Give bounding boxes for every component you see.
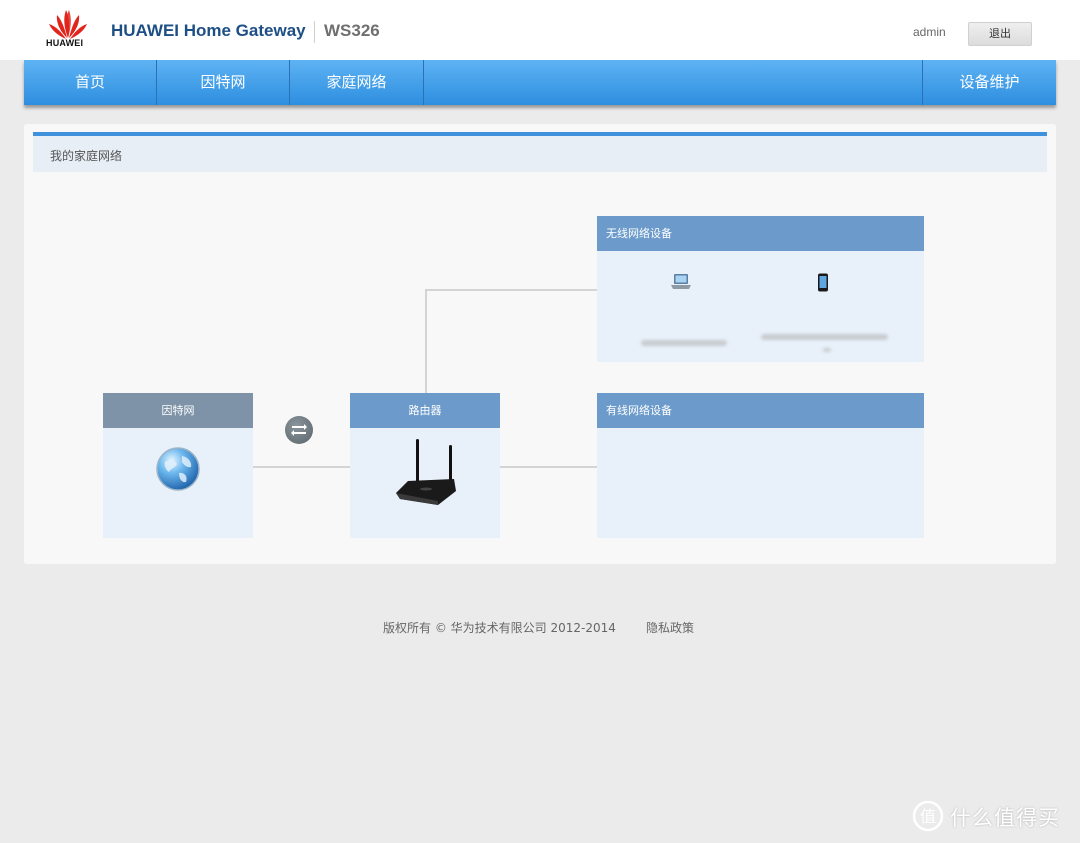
connection-toggle-icon[interactable] [285, 416, 313, 444]
device-name-blurred [641, 340, 727, 346]
router-wireless-link-horizontal [425, 289, 597, 291]
device-name-blurred [761, 334, 888, 340]
globe-icon [155, 446, 201, 496]
model-name: WS326 [324, 21, 380, 40]
title-divider [314, 21, 315, 43]
main-nav: 首页 因特网 家庭网络 设备维护 [24, 60, 1056, 105]
footer-copyright: 版权所有 © 华为技术有限公司 2012-2014 [383, 621, 616, 635]
watermark-text: 什么值得买 [950, 806, 1060, 830]
device-name-blurred [823, 348, 831, 352]
wired-card-title: 有线网络设备 [597, 393, 924, 428]
logout-button[interactable]: 退出 [968, 22, 1032, 46]
zhi-logo-icon: 值 [912, 800, 944, 836]
panel-titlebar: 我的家庭网络 [33, 136, 1047, 172]
wireless-card-title: 无线网络设备 [597, 216, 924, 251]
app-title: HUAWEI Home Gateway [111, 21, 306, 40]
internet-card-title: 因特网 [103, 393, 253, 428]
nav-item-maintenance[interactable]: 设备维护 [923, 60, 1056, 105]
svg-text:值: 值 [920, 807, 936, 826]
router-icon [394, 437, 458, 513]
wired-devices-card[interactable]: 有线网络设备 [597, 393, 924, 538]
router-wireless-link-vertical [425, 290, 427, 393]
laptop-icon[interactable] [670, 273, 692, 295]
nav-item-internet[interactable]: 因特网 [157, 60, 289, 105]
nav-divider [423, 60, 424, 105]
brand-text: HUAWEI [46, 38, 84, 48]
panel-title: 我的家庭网络 [50, 149, 123, 163]
wireless-devices-card[interactable]: 无线网络设备 [597, 216, 924, 362]
nav-item-home[interactable]: 首页 [24, 60, 156, 105]
router-card-title: 路由器 [350, 393, 500, 428]
internet-router-link [253, 466, 350, 468]
privacy-link[interactable]: 隐私政策 [646, 619, 694, 636]
router-wired-link [500, 466, 597, 468]
username: admin [913, 25, 946, 39]
phone-icon[interactable] [817, 273, 829, 296]
header: HUAWEI HUAWEI Home Gateway WS326 admin 退… [0, 0, 1080, 60]
internet-card[interactable]: 因特网 [103, 393, 253, 538]
router-card[interactable]: 路由器 [350, 393, 500, 538]
nav-item-home-network[interactable]: 家庭网络 [290, 60, 423, 105]
